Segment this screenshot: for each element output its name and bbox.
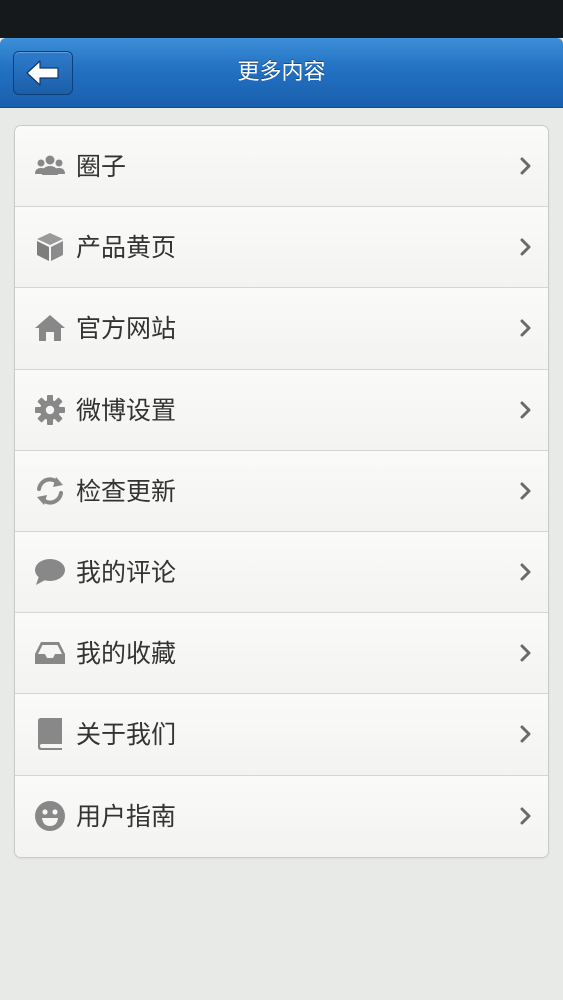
page-title: 更多内容 — [237, 60, 326, 85]
header-bar: 更多内容 — [0, 38, 563, 108]
menu-item-label: 我的收藏 — [76, 639, 177, 669]
smiley-icon — [33, 799, 67, 833]
refresh-icon — [33, 474, 67, 508]
chevron-right-icon — [520, 157, 531, 175]
status-bar — [0, 0, 563, 38]
chevron-right-icon — [520, 319, 531, 337]
menu-item-circle[interactable]: 圈子 — [15, 126, 548, 208]
menu-item-user-guide[interactable]: 用户指南 — [15, 775, 548, 857]
menu-item-my-comments[interactable]: 我的评论 — [15, 531, 548, 614]
chevron-right-icon — [520, 482, 531, 500]
menu-item-label: 我的评论 — [76, 557, 177, 587]
menu-item-label: 微博设置 — [76, 395, 177, 425]
chevron-right-icon — [520, 644, 531, 662]
menu-item-check-update[interactable]: 检查更新 — [15, 450, 548, 532]
chevron-right-icon — [520, 563, 531, 581]
menu-item-official-website[interactable]: 官方网站 — [15, 288, 548, 370]
gear-icon — [33, 393, 67, 427]
menu-item-product-directory[interactable]: 产品黄页 — [15, 207, 548, 289]
menu-item-label: 关于我们 — [76, 720, 177, 750]
menu-item-label: 产品黄页 — [76, 233, 177, 263]
menu-item-my-favorites[interactable]: 我的收藏 — [15, 613, 548, 695]
group-icon — [33, 149, 67, 183]
menu-item-label: 官方网站 — [76, 314, 177, 344]
home-icon — [33, 311, 67, 345]
menu-item-label: 用户指南 — [76, 801, 177, 831]
chevron-right-icon — [520, 807, 531, 825]
chevron-right-icon — [520, 725, 531, 743]
menu-list: 圈子 产品黄页 官方网站 微博设置 检查更新 我的评论 我的收藏 关于我们 用户… — [14, 125, 549, 858]
menu-item-label: 圈子 — [76, 152, 127, 181]
chevron-right-icon — [520, 238, 531, 256]
menu-item-label: 检查更新 — [76, 476, 177, 506]
cube-icon — [33, 230, 67, 264]
comment-icon — [33, 555, 67, 589]
menu-item-about-us[interactable]: 关于我们 — [15, 694, 548, 776]
book-icon — [33, 717, 67, 751]
inbox-icon — [33, 636, 67, 670]
chevron-right-icon — [520, 401, 531, 419]
menu-item-weibo-settings[interactable]: 微博设置 — [15, 369, 548, 451]
